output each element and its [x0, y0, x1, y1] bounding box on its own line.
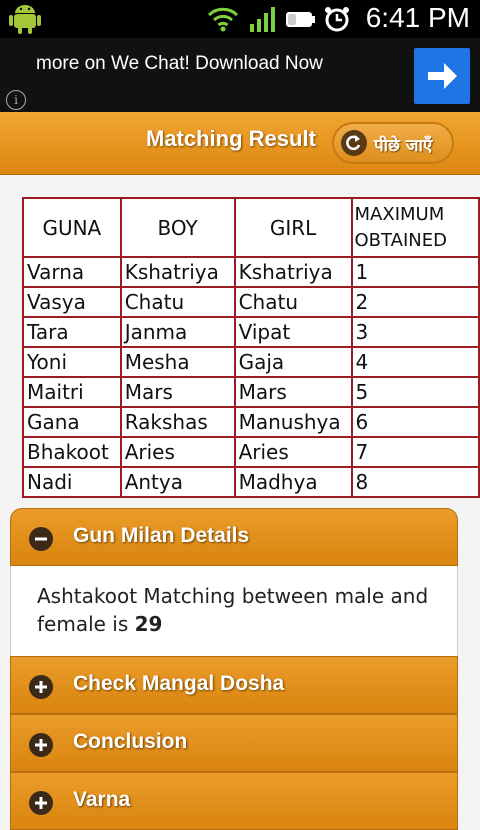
section-conclusion[interactable]: Conclusion — [10, 714, 458, 772]
cell-guna: Gana — [22, 406, 122, 438]
details-sentence: Ashtakoot Matching between male and fema… — [37, 584, 429, 636]
cell-guna: Bhakoot — [22, 436, 122, 468]
cell-guna: Varna — [22, 256, 122, 288]
cell-max: 8 — [350, 466, 480, 498]
back-arrow-icon — [341, 130, 367, 156]
cell-max: 2 — [350, 286, 480, 318]
cell-boy: Aries — [119, 436, 236, 468]
cell-boy: Mars — [119, 376, 236, 408]
section-label: Check Mangal Dosha — [73, 672, 285, 695]
cell-guna: Maitri — [22, 376, 122, 408]
clock-time: 6:41 PM — [365, 2, 470, 33]
cell-girl: Mars — [233, 376, 353, 408]
status-bar: 6:41 PM — [0, 0, 480, 38]
cell-guna: Nadi — [22, 466, 122, 498]
col-maximum-line1: MAXIMUM — [354, 203, 445, 225]
section-gun-milan-details[interactable]: Gun Milan Details — [10, 508, 458, 566]
alarm-icon — [325, 7, 349, 32]
cell-max: 6 — [350, 406, 480, 438]
col-girl: GIRL — [233, 197, 353, 258]
page-header: Matching Result पीछे जाएँ — [0, 112, 480, 175]
cell-max: 3 — [350, 316, 480, 348]
table-row: Tara Janma Vipat 3 — [22, 316, 480, 348]
ad-download-button[interactable] — [414, 48, 470, 104]
cell-guna: Yoni — [22, 346, 122, 378]
cell-boy: Rakshas — [119, 406, 236, 438]
table-row: Nadi Antya Madhya 8 — [22, 466, 480, 498]
cell-max: 7 — [350, 436, 480, 468]
cell-guna: Vasya — [22, 286, 122, 318]
signal-icon — [250, 7, 275, 32]
gun-milan-details-body: Ashtakoot Matching between male and fema… — [10, 566, 458, 656]
col-maximum-line2: OBTAINED — [354, 229, 447, 251]
table-row: Varna Kshatriya Kshatriya 1 — [22, 256, 480, 288]
col-maximum-obtained: MAXIMUM OBTAINED — [350, 197, 480, 258]
guna-table-container: GUNA BOY GIRL MAXIMUM OBTAINED Varna Ksh… — [22, 197, 480, 498]
back-button[interactable]: पीछे जाएँ — [332, 122, 454, 164]
details-text: Ashtakoot Matching between male and fema… — [37, 582, 447, 638]
android-icon — [9, 5, 41, 34]
cell-girl: Kshatriya — [233, 256, 353, 288]
cell-girl: Vipat — [233, 316, 353, 348]
cell-girl: Chatu — [233, 286, 353, 318]
cell-boy: Kshatriya — [119, 256, 236, 288]
ad-banner[interactable]: more on We Chat! Download Now i — [0, 38, 480, 112]
battery-icon — [286, 12, 315, 27]
cell-boy: Chatu — [119, 286, 236, 318]
cell-max: 1 — [350, 256, 480, 288]
table-row: Gana Rakshas Manushya 6 — [22, 406, 480, 438]
cell-guna: Tara — [22, 316, 122, 348]
table-row: Bhakoot Aries Aries 7 — [22, 436, 480, 468]
cell-girl: Madhya — [233, 466, 353, 498]
ad-text[interactable]: more on We Chat! Download Now — [36, 53, 323, 75]
arrow-right-icon — [428, 63, 457, 89]
section-label: Gun Milan Details — [73, 524, 250, 547]
section-varna[interactable]: Varna — [10, 772, 458, 830]
cell-girl: Manushya — [233, 406, 353, 438]
table-header-row: GUNA BOY GIRL MAXIMUM OBTAINED — [22, 197, 480, 258]
cell-max: 5 — [350, 376, 480, 408]
section-label: Varna — [73, 788, 131, 811]
cell-girl: Aries — [233, 436, 353, 468]
plus-icon — [29, 733, 53, 757]
table-row: Maitri Mars Mars 5 — [22, 376, 480, 408]
guna-table: GUNA BOY GIRL MAXIMUM OBTAINED Varna Ksh… — [22, 197, 480, 498]
cell-girl: Gaja — [233, 346, 353, 378]
plus-icon — [29, 791, 53, 815]
page-title: Matching Result — [146, 126, 316, 151]
cell-boy: Antya — [119, 466, 236, 498]
table-row: Vasya Chatu Chatu 2 — [22, 286, 480, 318]
col-guna: GUNA — [22, 197, 122, 258]
table-row: Yoni Mesha Gaja 4 — [22, 346, 480, 378]
minus-icon — [29, 527, 53, 551]
cell-max: 4 — [350, 346, 480, 378]
details-score: 29 — [134, 612, 163, 636]
section-label: Conclusion — [73, 730, 188, 753]
wifi-icon — [207, 7, 239, 32]
back-button-label: पीछे जाएँ — [374, 136, 433, 156]
plus-icon — [29, 675, 53, 699]
section-check-mangal-dosha[interactable]: Check Mangal Dosha — [10, 656, 458, 714]
accordion: Gun Milan Details Ashtakoot Matching bet… — [10, 508, 458, 830]
cell-boy: Mesha — [119, 346, 236, 378]
col-boy: BOY — [119, 197, 236, 258]
info-icon[interactable]: i — [6, 90, 26, 110]
cell-boy: Janma — [119, 316, 236, 348]
